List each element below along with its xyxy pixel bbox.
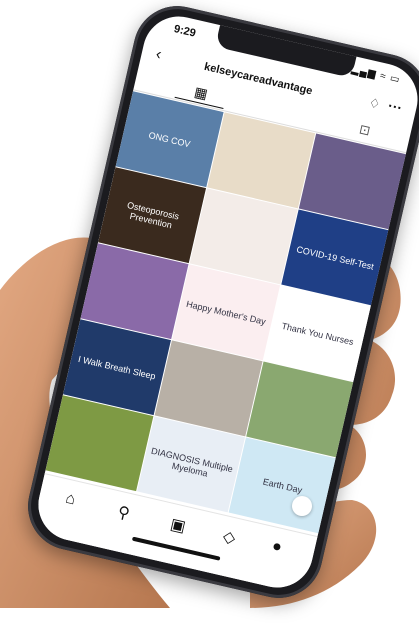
home-icon[interactable]: ⌂: [64, 490, 77, 510]
phone: 9:29 ▂▄▆ ≈ ▭ ‹ kelseycareadvantage ♢ ···…: [0, 0, 419, 643]
reels-icon[interactable]: ▣: [168, 514, 188, 537]
status-icons: ▂▄▆ ≈ ▭: [350, 63, 402, 86]
search-icon[interactable]: ⚲: [116, 502, 132, 524]
profile-avatar-icon[interactable]: ●: [270, 537, 283, 557]
grid-tab-icon[interactable]: ▦: [193, 83, 209, 103]
status-time: 9:29: [172, 23, 197, 40]
back-icon[interactable]: ‹: [154, 46, 163, 65]
assistive-touch-dot: [292, 496, 312, 516]
shop-icon[interactable]: ◇: [221, 526, 237, 548]
tagged-tab-icon[interactable]: ⊡: [358, 121, 372, 139]
photo-scene: 9:29 ▂▄▆ ≈ ▭ ‹ kelseycareadvantage ♢ ···…: [0, 0, 419, 608]
phone-screen: 9:29 ▂▄▆ ≈ ▭ ‹ kelseycareadvantage ♢ ···…: [31, 9, 419, 595]
more-options-icon[interactable]: ···: [387, 97, 404, 116]
post-grid: ONG COV Osteoporosis Prevention COVID-19 S…: [45, 91, 407, 534]
bell-icon[interactable]: ♢: [367, 95, 382, 113]
